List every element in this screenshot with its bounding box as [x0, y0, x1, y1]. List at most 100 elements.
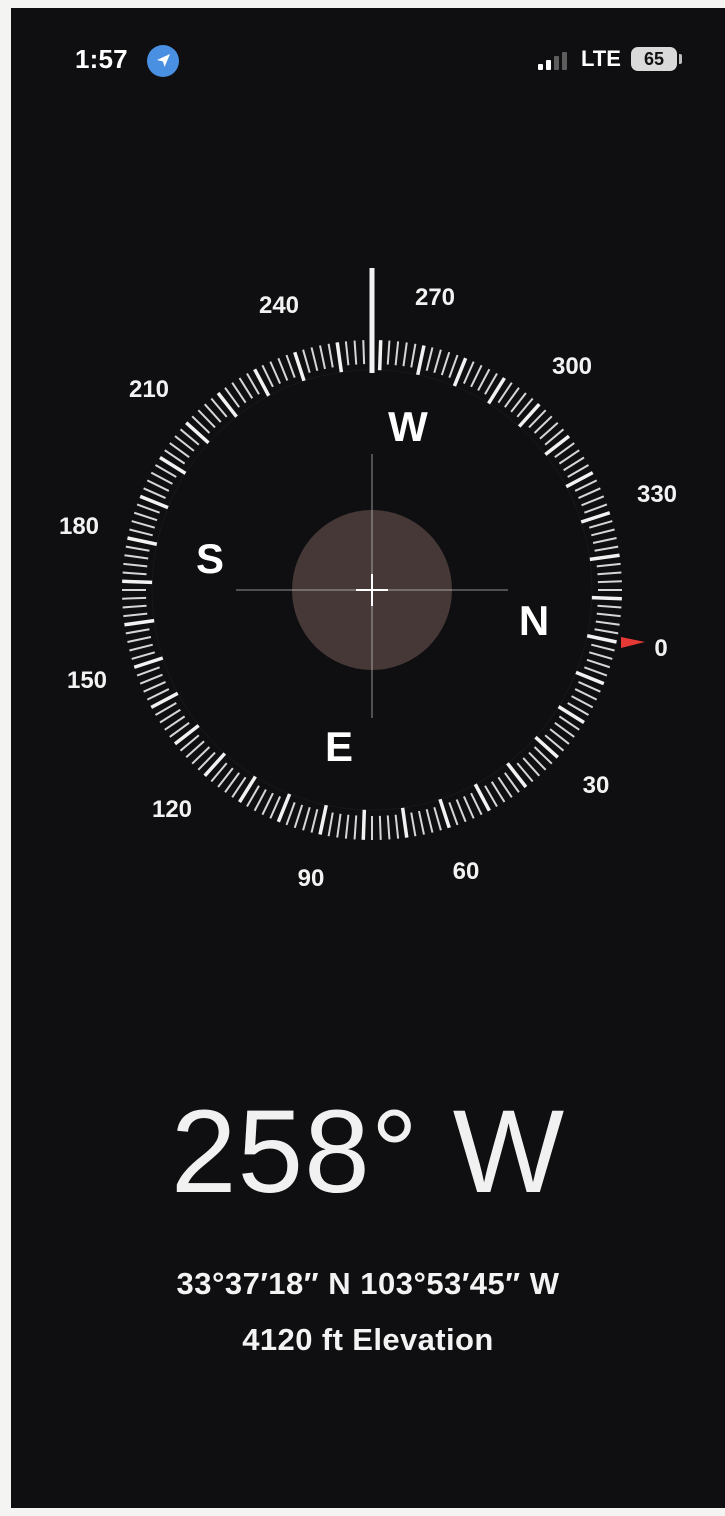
compass-tick [416, 345, 426, 376]
compass-tick [592, 537, 617, 544]
compass-tick [261, 792, 274, 816]
compass-tick [463, 796, 475, 819]
compass-tick [361, 809, 367, 840]
compass-tick [277, 357, 289, 381]
compass-tick [293, 351, 306, 382]
compass-tick [438, 798, 451, 829]
degree-label-210: 210 [129, 376, 169, 403]
compass-tick [136, 503, 160, 514]
compass-tick [353, 340, 358, 365]
compass-tick [133, 511, 158, 522]
compass-tick [586, 634, 617, 644]
compass-tick [327, 812, 334, 837]
compass-tick [591, 643, 615, 652]
compass-tick [139, 673, 163, 685]
compass-tick [344, 814, 350, 839]
compass-tick [440, 351, 451, 376]
compass-tick [124, 554, 149, 560]
compass-tick [386, 815, 391, 840]
compass-tick [433, 349, 442, 374]
compass-tick [596, 562, 621, 568]
compass-tick [203, 752, 227, 777]
compass-tick [591, 595, 622, 601]
compass-tick [123, 562, 148, 568]
compass-tick [131, 520, 156, 529]
compass-tick [410, 343, 417, 368]
compass-tick [571, 695, 594, 709]
compass-tick [589, 553, 620, 562]
compass-tick [477, 368, 491, 391]
compass-tick [185, 421, 210, 445]
degree-label-240: 240 [259, 292, 299, 319]
compass-tick [400, 807, 409, 838]
degree-label-270: 270 [415, 284, 455, 311]
compass-tick [394, 341, 400, 366]
compass-tick [150, 471, 173, 485]
compass-tick [581, 495, 605, 507]
compass-tick [594, 545, 619, 552]
compass-tick [269, 361, 281, 384]
degree-label-150: 150 [67, 667, 107, 694]
compass-tick [578, 487, 601, 499]
compass-tick [378, 815, 382, 840]
cardinal-n: N [519, 597, 549, 644]
compass-tick [336, 813, 342, 838]
compass-tick [362, 340, 366, 365]
compass-tick [131, 651, 156, 660]
compass-tick [127, 636, 152, 643]
compass-tick [173, 724, 200, 746]
compass-tick [487, 377, 506, 405]
compass-app-screen: 1:57 LTE 65 W S N E 0 30 60 90 120 150 1… [11, 8, 725, 1508]
compass-tick [129, 528, 153, 537]
compass-tick [269, 796, 281, 819]
compass-tick [125, 545, 150, 552]
compass-tick [353, 815, 358, 840]
compass-tick [594, 628, 619, 635]
compass-tick [122, 571, 147, 576]
compass-tick [127, 536, 158, 546]
compass-tick [506, 762, 528, 789]
compass-tick [517, 403, 541, 428]
compass-tick [143, 487, 166, 499]
compass-tick [124, 618, 155, 627]
compass-tick [425, 809, 434, 833]
compass-tick [586, 658, 611, 669]
compass-tick [122, 604, 147, 609]
compass-tick [433, 806, 442, 831]
compass-tick [122, 579, 153, 585]
compass-tick [448, 802, 459, 826]
compass-tick [584, 666, 608, 677]
compass-tick [133, 656, 164, 669]
compass-tick [125, 628, 150, 635]
compass-tick [293, 804, 304, 829]
degree-label-120: 120 [152, 796, 192, 823]
degree-label-300: 300 [552, 353, 592, 380]
compass-tick [377, 340, 383, 371]
compass-tick [302, 806, 311, 831]
compass-dial: W S N E 0 30 60 90 120 150 180 210 240 2… [59, 268, 677, 892]
compass-tick [238, 775, 257, 803]
compass-tick [557, 705, 585, 724]
compass-tick [580, 511, 611, 524]
compass-tick [386, 340, 391, 365]
compass-tick [285, 802, 296, 826]
heading-readout: 258° W [170, 1086, 566, 1218]
compass-tick [544, 434, 571, 456]
compass-tick [597, 604, 622, 609]
degree-label-180: 180 [59, 513, 99, 540]
compass-tick [136, 666, 160, 677]
compass-tick [159, 456, 187, 475]
compass-tick [402, 342, 408, 367]
compass-tick [574, 688, 598, 701]
compass-tick [285, 354, 296, 378]
compass-tick [597, 571, 622, 576]
compass-tick [253, 789, 267, 812]
degree-label-330: 330 [637, 481, 677, 508]
compass-tick [302, 349, 311, 374]
degree-label-90: 90 [298, 865, 325, 892]
degree-label-60: 60 [453, 858, 480, 885]
degree-label-0: 0 [654, 635, 667, 662]
compass-tick [425, 347, 434, 371]
degree-label-30: 30 [583, 772, 610, 799]
compass-tick [394, 814, 400, 839]
